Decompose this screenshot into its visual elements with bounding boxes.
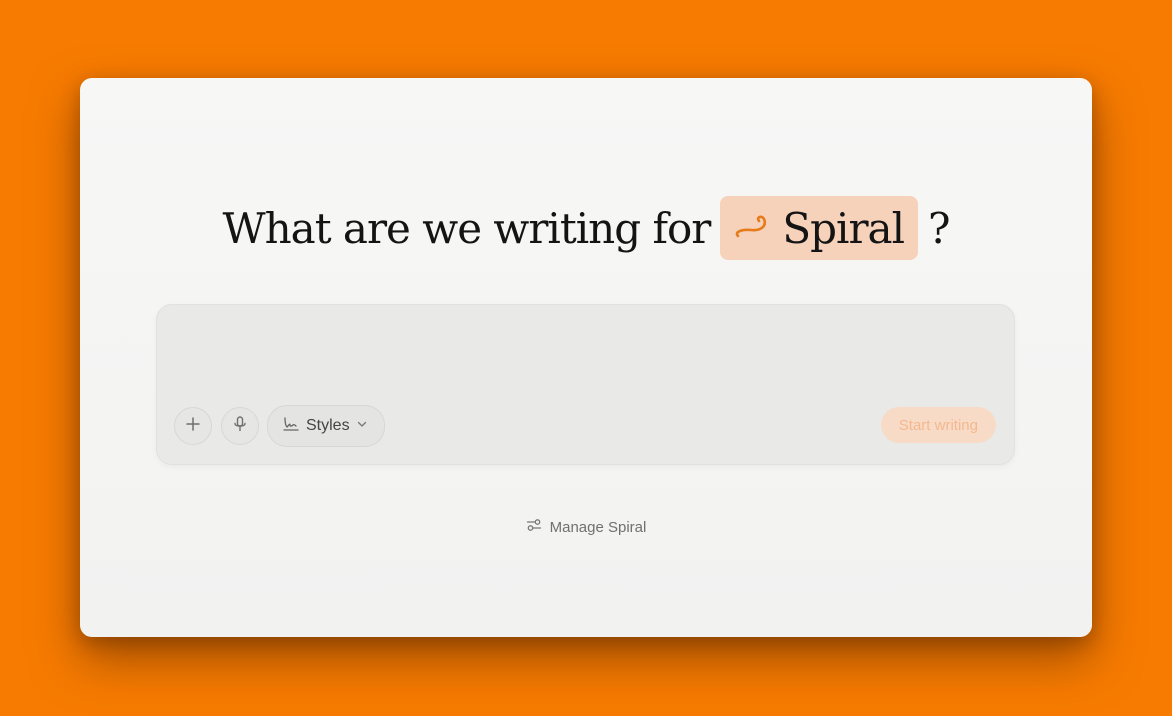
attach-button[interactable] bbox=[174, 407, 212, 445]
manage-workspace-link[interactable]: Manage Spiral bbox=[80, 518, 1092, 536]
prompt-composer[interactable]: Styles Start writing bbox=[156, 304, 1015, 465]
app-window: What are we writing for Spiral ? Styles … bbox=[80, 78, 1092, 637]
voice-button[interactable] bbox=[221, 407, 259, 445]
sliders-icon bbox=[526, 518, 542, 536]
workspace-label: Spiral bbox=[782, 203, 905, 253]
microphone-icon bbox=[233, 415, 247, 437]
question-mark: ? bbox=[928, 203, 951, 253]
plus-icon bbox=[186, 416, 200, 436]
spiral-icon bbox=[734, 213, 772, 243]
workspace-chip[interactable]: Spiral bbox=[720, 196, 919, 260]
manage-label: Manage Spiral bbox=[549, 518, 647, 536]
prompt-text: What are we writing for bbox=[222, 203, 711, 253]
signature-icon bbox=[282, 415, 300, 438]
prompt-heading: What are we writing for Spiral ? bbox=[80, 196, 1092, 260]
start-writing-button[interactable]: Start writing bbox=[880, 407, 996, 443]
chevron-down-icon bbox=[356, 417, 368, 435]
styles-dropdown[interactable]: Styles bbox=[267, 405, 385, 447]
styles-label: Styles bbox=[306, 417, 350, 434]
